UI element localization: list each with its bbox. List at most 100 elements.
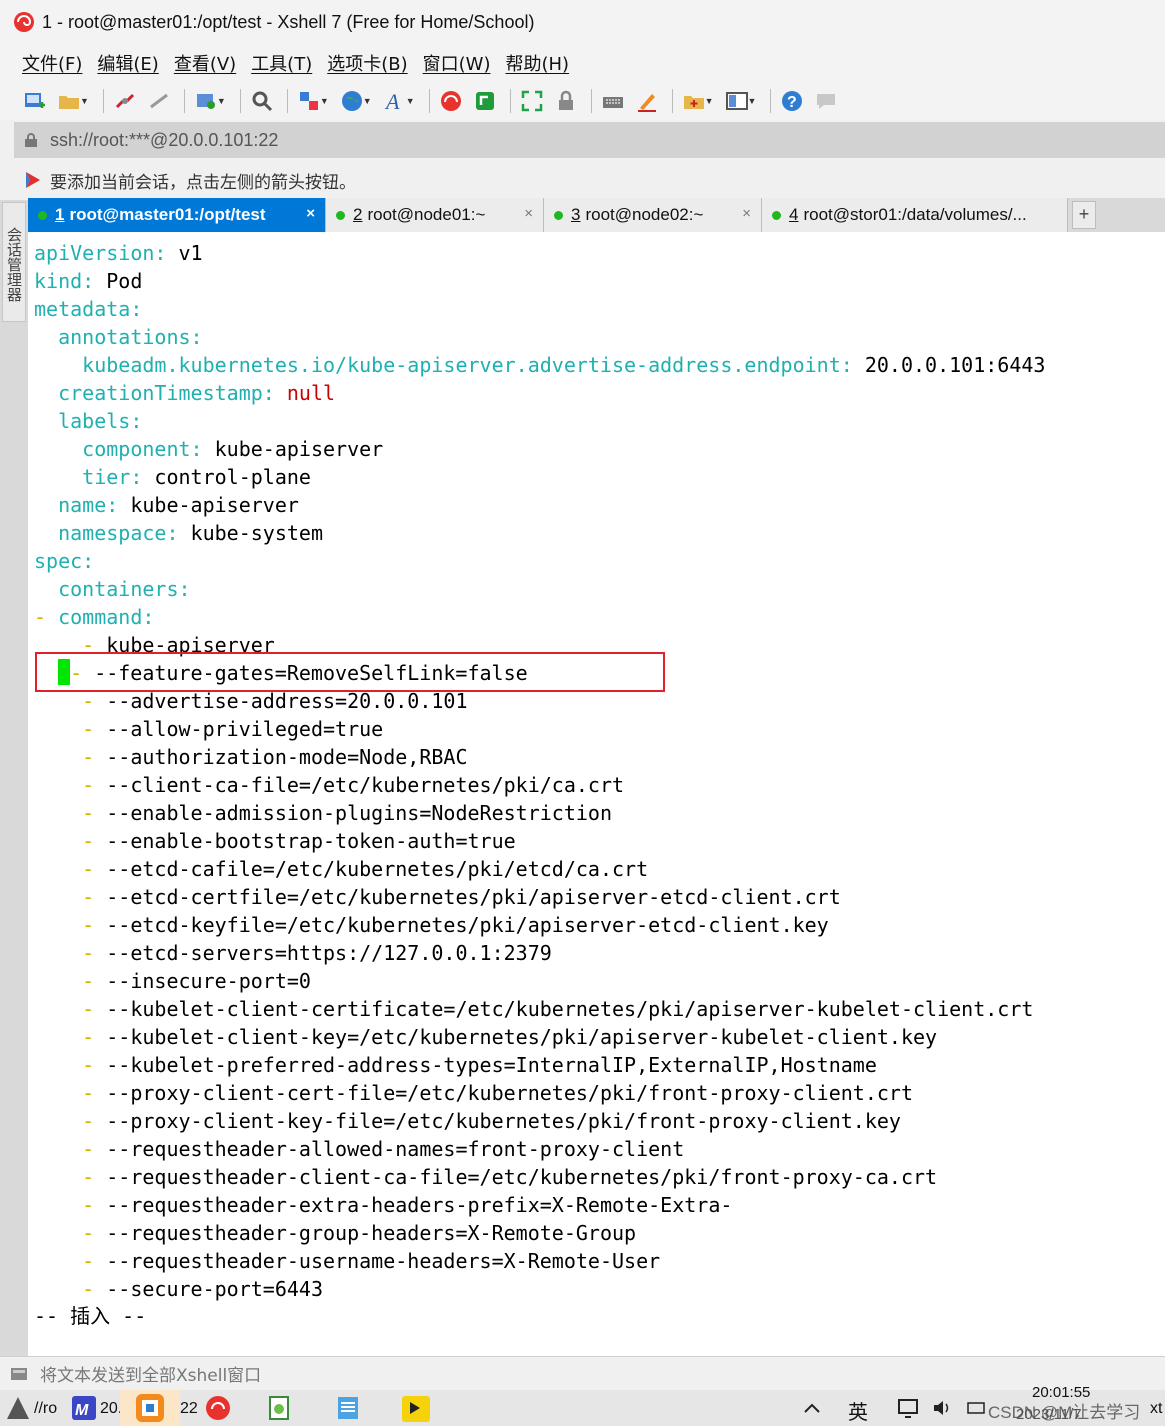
menu-view[interactable]: 查看(V) [174,50,236,76]
network-icon[interactable] [894,1392,922,1424]
terminal-line: labels: [58,409,143,433]
session-manager-tab[interactable]: 会话管理器 [2,202,26,322]
keyboard-icon[interactable] [598,86,628,116]
svg-text:A: A [384,89,400,113]
menu-tab[interactable]: 选项卡(B) [327,50,407,76]
command-arg: --etcd-servers=https://127.0.0.1:2379 [106,941,552,965]
toolbar-separator [239,89,241,113]
close-icon[interactable]: × [306,205,315,222]
yaml-value: 20.0.0.101:6443 [852,353,1046,377]
yaml-value: v1 [166,241,203,265]
menu-file[interactable]: 文件(F) [22,50,82,76]
connected-status-icon [772,210,781,220]
tab-session-4[interactable]: 4 root@stor01:/data/volumes/... [762,198,1068,232]
terminal-line: - --etcd-keyfile=/etc/kubernetes/pki/api… [82,913,829,937]
globe-dropdown-icon[interactable]: ▼ [363,96,372,106]
terminal-line: - --enable-bootstrap-token-auth=true [82,829,516,853]
menu-help[interactable]: 帮助(H) [505,50,569,76]
taskbar-active-app-icon[interactable] [120,1390,180,1426]
toolbar-separator [102,89,104,113]
new-tab-button[interactable]: + [1072,201,1096,229]
notepad-plus-icon[interactable] [262,1392,298,1424]
tab-session-1[interactable]: 1 root@master01:/opt/test × [28,198,326,232]
highlight-icon[interactable] [632,86,662,116]
lock-icon[interactable] [551,86,581,116]
taskbar-app-icon[interactable]: M [68,1392,100,1424]
highlight-annotation-box [35,652,665,692]
add-session-arrow-icon[interactable] [24,170,42,190]
svg-text:M: M [75,1402,89,1419]
font-dropdown-icon[interactable]: ▼ [406,96,415,106]
terminal-line: - --proxy-client-key-file=/etc/kubernete… [82,1109,901,1133]
taskbar-text-left: //ro [34,1400,58,1417]
command-arg: --requestheader-client-ca-file=/etc/kube… [106,1165,938,1189]
yaml-key: tier [82,465,131,489]
yaml-key: spec [34,549,83,573]
menu-edit[interactable]: 编辑(E) [97,50,158,76]
add-tab-dropdown-icon[interactable]: ▼ [705,96,714,106]
tab-session-3[interactable]: 3 root@node02:~ × [544,198,762,232]
yaml-value: null [274,381,336,405]
chat-icon[interactable] [811,86,841,116]
yaml-value: control-plane [142,465,311,489]
terminal-line: tier: control-plane [82,465,311,489]
toolbar-separator [509,89,511,113]
disconnect-icon[interactable] [110,86,140,116]
start-icon[interactable] [2,1392,34,1424]
xshell-icon[interactable] [436,86,466,116]
command-arg: --secure-port=6443 [106,1277,324,1301]
xshell-logo-icon [14,12,34,32]
volume-icon[interactable] [928,1392,956,1424]
command-arg: --proxy-client-key-file=/etc/kubernetes/… [106,1109,901,1133]
terminal-line: kubeadm.kubernetes.io/kube-apiserver.adv… [82,353,1046,377]
terminal-line: - --authorization-mode=Node,RBAC [82,745,468,769]
terminal-line: namespace: kube-system [58,521,324,545]
toolbar: ▼ ▼ ▼ ▼ A ▼ ▼ ▼ ? [0,82,1165,120]
tab-session-2[interactable]: 2 root@node01:~ × [326,198,544,232]
hint-text: 要添加当前会话，点击左侧的箭头按钮。 [50,172,356,193]
address-bar[interactable]: ssh://root:***@20.0.0.101:22 [14,122,1165,158]
os-taskbar: //ro M 20. 22 英 20:01:55 2023/11/7 CSDN … [0,1384,1165,1426]
title-bar: 1 - root@master01:/opt/test - Xshell 7 (… [0,0,1165,44]
open-dropdown-icon[interactable]: ▼ [80,96,89,106]
menu-window[interactable]: 窗口(W) [423,50,491,76]
command-arg: --kubelet-client-certificate=/etc/kubern… [106,997,1034,1021]
player-icon[interactable] [396,1392,436,1424]
reconnect-icon[interactable] [144,86,174,116]
terminal-line: - command: [34,605,155,629]
properties-dropdown-icon[interactable]: ▼ [217,96,226,106]
close-icon[interactable]: × [742,205,751,222]
compose-send-bar[interactable]: 将文本发送到全部Xshell窗口 [0,1356,1165,1390]
xftp-icon[interactable] [470,86,500,116]
terminal-line: - --requestheader-client-ca-file=/etc/ku… [82,1165,938,1189]
yaml-key: containers [58,577,179,601]
terminal-line: component: kube-apiserver [82,437,384,461]
terminal-line: kind: Pod [34,269,143,293]
yaml-value: kube-apiserver [202,437,384,461]
ime-indicator[interactable]: 英 [848,1396,868,1425]
fullscreen-icon[interactable] [517,86,547,116]
layout-dropdown-icon[interactable]: ▼ [748,96,757,106]
hint-bar: 要添加当前会话，点击左侧的箭头按钮。 [14,162,1165,198]
yaml-key: kind [34,269,83,293]
close-icon[interactable]: × [524,205,533,222]
new-session-icon[interactable] [20,86,50,116]
taskbar-text-mid-b: 22 [180,1400,198,1417]
terminal-line: - --etcd-certfile=/etc/kubernetes/pki/ap… [82,885,841,909]
yaml-value: kube-apiserver [118,493,299,517]
connected-status-icon [554,210,563,220]
command-arg: --advertise-address=20.0.0.101 [106,689,468,713]
find-icon[interactable] [247,86,277,116]
help-icon[interactable]: ? [777,86,807,116]
command-arg: --requestheader-group-headers=X-Remote-G… [106,1221,637,1245]
terminal-pane[interactable]: apiVersion: v1 kind: Pod metadata: annotat… [28,232,1165,1356]
transfer-dropdown-icon[interactable]: ▼ [320,96,329,106]
tray-overflow-icon[interactable] [798,1392,826,1424]
session-address[interactable]: ssh://root:***@20.0.0.101:22 [50,130,278,151]
yaml-value: kube-system [178,521,324,545]
terminal-line: - --etcd-cafile=/etc/kubernetes/pki/etcd… [82,857,649,881]
notepad-icon[interactable] [330,1392,366,1424]
xshell-taskbar-icon[interactable] [200,1392,236,1424]
menu-tools[interactable]: 工具(T) [251,50,312,76]
connected-status-icon [38,210,47,220]
